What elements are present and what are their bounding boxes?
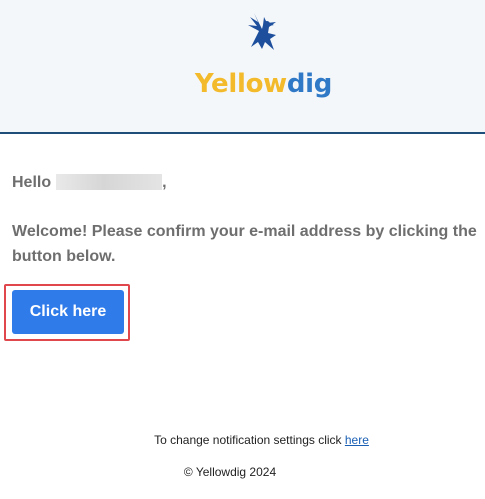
notification-text: To change notification settings click (154, 433, 342, 447)
email-header: Yellowdig (0, 0, 485, 134)
notification-settings-link[interactable]: here (345, 433, 369, 447)
email-page: Yellowdig Hello, Welcome! Please confirm… (0, 0, 485, 499)
eagle-icon (248, 13, 276, 50)
redacted-name (56, 174, 163, 190)
greeting: Hello, (12, 174, 167, 192)
greeting-prefix: Hello (12, 174, 52, 191)
click-here-button[interactable]: Click here (12, 290, 124, 334)
wordmark-part1: Yellow (194, 69, 287, 99)
notification-settings-text: To change notification settings click he… (0, 432, 485, 448)
greeting-suffix: , (162, 174, 167, 191)
confirm-message: Welcome! Please confirm your e-mail addr… (12, 223, 477, 265)
copyright: © Yellowdig 2024 (183, 465, 277, 479)
yellowdig-wordmark: Yellowdig (0, 68, 485, 100)
wordmark-part2: dig (286, 69, 333, 99)
